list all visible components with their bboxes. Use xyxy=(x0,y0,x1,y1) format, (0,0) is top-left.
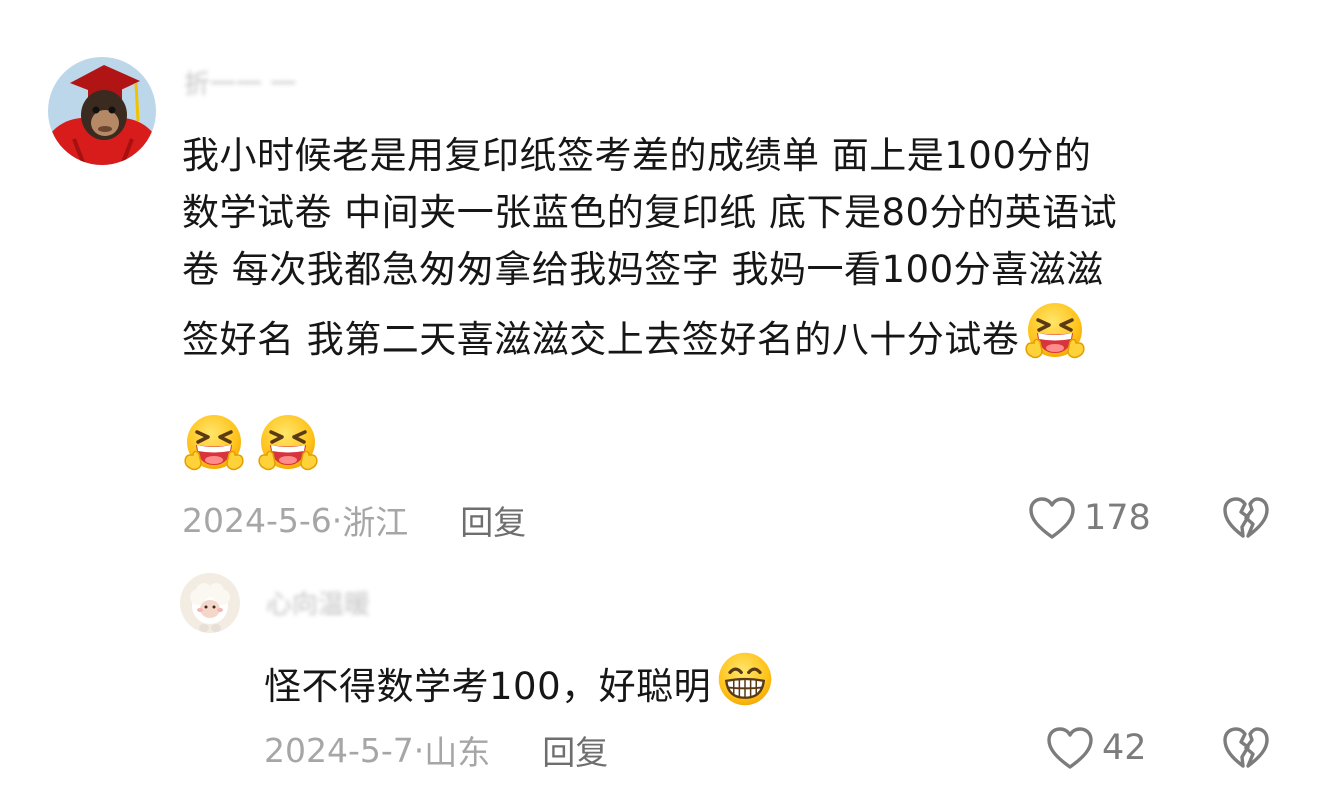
comment-text-line: 数学试卷 中间夹一张蓝色的复印纸 底下是80分的英语试 xyxy=(182,191,1118,234)
grinning-emoji-icon xyxy=(715,649,775,709)
reply-button[interactable]: 回复 xyxy=(460,496,526,544)
meta-separator: · xyxy=(413,730,425,770)
username[interactable]: 心向温暖 xyxy=(266,590,370,620)
comment-text-line: 怪不得数学考100，好聪明 xyxy=(264,649,775,715)
meta-separator: · xyxy=(331,500,343,540)
laughing-tears-emoji-icon xyxy=(256,410,320,474)
comment-text-line: 卷 每次我都急匆匆拿给我妈签字 我妈一看100分喜滋滋 xyxy=(182,248,1104,291)
comment-location: 山东 xyxy=(424,733,491,772)
heart-icon xyxy=(1028,496,1076,540)
sheep-avatar-icon xyxy=(180,573,240,633)
like-count: 178 xyxy=(1084,498,1151,538)
emoji-row xyxy=(182,410,320,474)
comment-meta: 2024-5-7 · 山东 回复 xyxy=(264,726,608,774)
comment-meta: 2024-5-6 · 浙江 回复 xyxy=(182,496,526,544)
broken-heart-icon xyxy=(1222,496,1270,540)
like-button[interactable]: 178 xyxy=(1028,496,1151,540)
comment-date: 2024-5-6 xyxy=(182,500,332,540)
avatar[interactable] xyxy=(48,57,156,165)
avatar[interactable] xyxy=(180,573,240,633)
dislike-button[interactable] xyxy=(1222,726,1270,774)
heart-icon xyxy=(1046,726,1094,770)
laughing-tears-emoji-icon xyxy=(1023,298,1087,362)
comment-text: 怪不得数学考100，好聪明 xyxy=(264,649,775,715)
dislike-button[interactable] xyxy=(1222,496,1270,544)
comment-location: 浙江 xyxy=(342,503,409,542)
comment-text-line: 我小时候老是用复印纸签考差的成绩单 面上是100分的 xyxy=(182,134,1092,177)
like-button[interactable]: 42 xyxy=(1046,726,1147,770)
comment-date: 2024-5-7 xyxy=(264,730,414,770)
monkey-avatar-icon xyxy=(48,57,156,165)
reply-button[interactable]: 回复 xyxy=(542,726,608,774)
comment-text-line: 签好名 我第二天喜滋滋交上去签好名的八十分试卷 xyxy=(182,298,1117,368)
like-count: 42 xyxy=(1102,728,1147,768)
broken-heart-icon xyxy=(1222,726,1270,770)
laughing-tears-emoji-icon xyxy=(182,410,246,474)
comment-text: 我小时候老是用复印纸签考差的成绩单 面上是100分的 数学试卷 中间夹一张蓝色的… xyxy=(182,127,1117,368)
username[interactable]: 折一一 一 xyxy=(184,70,296,100)
